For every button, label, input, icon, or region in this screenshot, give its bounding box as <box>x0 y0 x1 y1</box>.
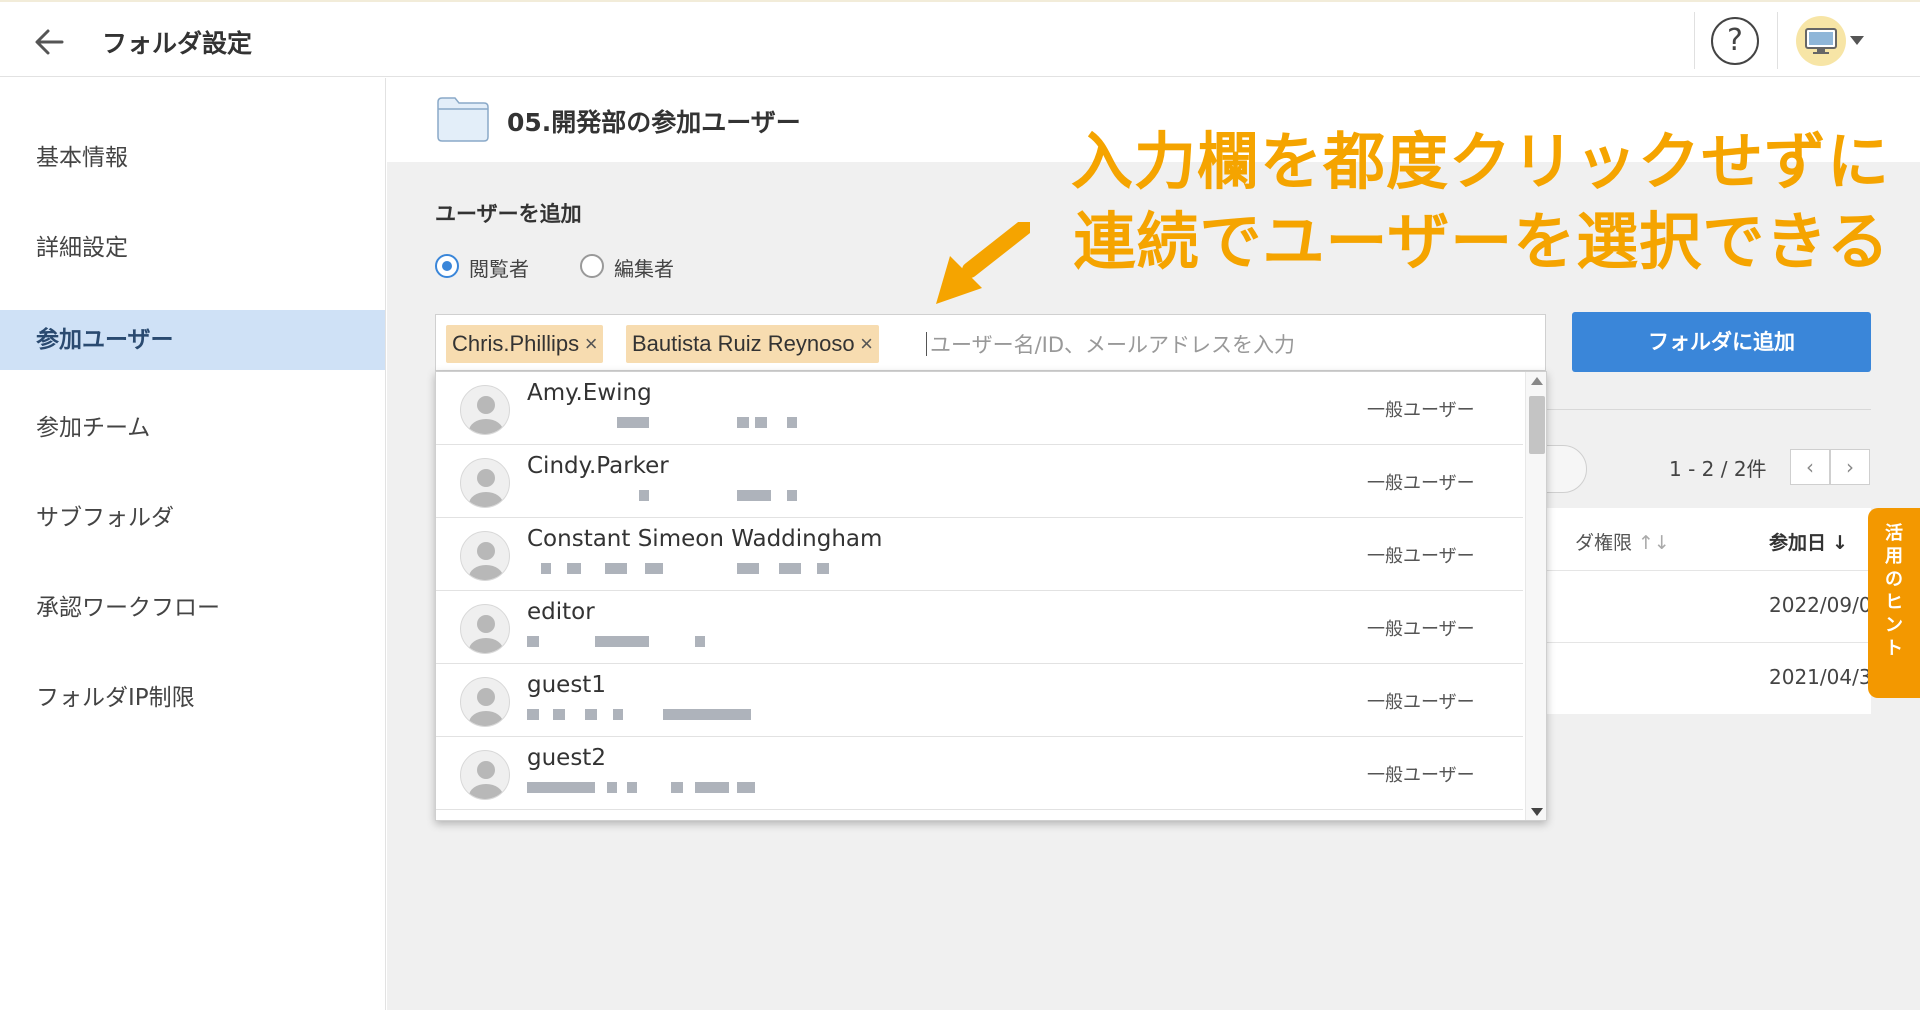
user-avatar-icon <box>460 677 510 727</box>
help-icon[interactable]: ? <box>1711 17 1759 65</box>
feature-callout: 入力欄を都度クリックせずに 連続でユーザーを選択できる <box>1040 122 1890 282</box>
sidebar-item-teams[interactable]: 参加チーム <box>0 398 385 458</box>
sort-icon[interactable]: ↑↓ <box>1638 532 1670 554</box>
user-avatar-icon <box>460 531 510 581</box>
user-suggestion-dropdown: Amy.Ewing 一般ユーザー Cindy.Parker 一般ユーザー Con… <box>435 371 1547 821</box>
selected-user-chip: Bautista Ruiz Reynoso × <box>626 325 879 363</box>
user-option-type: 一般ユーザー <box>1367 765 1475 786</box>
radio-selected-icon[interactable] <box>435 254 459 278</box>
table-row[interactable]: 2021/04/30 <box>1547 642 1884 714</box>
app-header: フォルダ設定 ? <box>0 0 1920 77</box>
header-divider <box>1777 12 1778 69</box>
joined-date: 2022/09/05 <box>1769 593 1885 617</box>
user-option-name: guest2 <box>527 745 606 771</box>
sidebar-item-ip-restriction[interactable]: フォルダIP制限 <box>0 668 385 728</box>
sidebar-item-workflow[interactable]: 承認ワークフロー <box>0 578 385 638</box>
user-option[interactable]: editor 一般ユーザー <box>436 591 1523 664</box>
user-option-email-redacted <box>527 709 887 721</box>
user-option-name: Amy.Ewing <box>527 380 652 406</box>
text-cursor <box>926 332 927 356</box>
user-option-name: editor <box>527 599 595 625</box>
user-avatar-icon <box>460 458 510 508</box>
folder-name: 05.開発部の参加ユーザー <box>507 108 801 137</box>
user-option-type: 一般ユーザー <box>1367 473 1475 494</box>
table-row[interactable]: 2022/09/05 <box>1547 570 1884 642</box>
user-search-input[interactable]: Chris.Phillips × Bautista Ruiz Reynoso × ユ… <box>435 314 1546 371</box>
user-option-email-redacted <box>527 782 887 794</box>
user-option-name: guest1 <box>527 672 606 698</box>
sidebar-nav: 基本情報 詳細設定 参加ユーザー 参加チーム サブフォルダ 承認ワークフロー フ… <box>0 78 386 1010</box>
user-avatar-icon <box>460 385 510 435</box>
monitor-avatar-icon <box>1805 28 1837 54</box>
user-option-name: Constant Simeon Waddingham <box>527 526 883 552</box>
user-avatar-icon <box>460 604 510 654</box>
sort-desc-icon[interactable]: ↓ <box>1832 532 1848 554</box>
page-title: フォルダ設定 <box>102 29 253 58</box>
callout-line-1: 入力欄を都度クリックせずに <box>1070 125 1890 198</box>
scrollbar-thumb[interactable] <box>1529 396 1545 454</box>
radio-unselected-icon[interactable] <box>580 254 604 278</box>
sidebar-item-basic-info[interactable]: 基本情報 <box>0 128 385 188</box>
members-table: ダ権限 ↑↓ 参加日 ↓ 2022/09/05 2021/04/30 <box>1547 508 1884 714</box>
joined-date: 2021/04/30 <box>1769 665 1885 689</box>
user-option-name: Cindy.Parker <box>527 453 669 479</box>
dropdown-scrollbar[interactable] <box>1525 372 1546 820</box>
scroll-up-arrow-icon[interactable] <box>1531 377 1543 385</box>
user-option-type: 一般ユーザー <box>1367 619 1475 640</box>
section-divider <box>1547 409 1871 410</box>
sidebar-item-subfolders[interactable]: サブフォルダ <box>0 488 385 548</box>
add-to-folder-button[interactable]: フォルダに追加 <box>1572 312 1871 372</box>
pagination-count: 1 - 2 / 2件 <box>1669 457 1767 481</box>
scroll-down-arrow-icon[interactable] <box>1531 808 1543 816</box>
user-option[interactable]: guest2 一般ユーザー <box>436 737 1523 810</box>
user-option-email-redacted <box>527 417 887 429</box>
chip-remove-icon[interactable]: × <box>579 325 603 363</box>
user-option-email-redacted <box>527 490 887 502</box>
user-option[interactable]: Amy.Ewing 一般ユーザー <box>436 372 1523 445</box>
column-header-label: ダ権限 <box>1575 532 1633 554</box>
user-option-email-redacted <box>527 636 887 648</box>
chip-remove-icon[interactable]: × <box>855 325 879 363</box>
user-option[interactable]: Constant Simeon Waddingham 一般ユーザー <box>436 518 1523 591</box>
chip-label: Bautista Ruiz Reynoso <box>632 331 855 356</box>
column-header-label: 参加日 <box>1769 532 1827 554</box>
callout-arrow-icon <box>930 218 1034 311</box>
sidebar-item-advanced-settings[interactable]: 詳細設定 <box>0 218 385 278</box>
chip-label: Chris.Phillips <box>452 331 580 356</box>
tips-tab-label: 活用のヒント <box>1885 523 1903 659</box>
tips-tab[interactable]: 活用のヒント <box>1868 508 1920 698</box>
search-placeholder: ユーザー名/ID、メールアドレスを入力 <box>930 333 1296 357</box>
add-user-heading: ユーザーを追加 <box>435 202 582 226</box>
user-option-type: 一般ユーザー <box>1367 546 1475 567</box>
chevron-down-icon[interactable] <box>1850 36 1864 45</box>
user-option-type: 一般ユーザー <box>1367 400 1475 421</box>
role-editor-label: 編集者 <box>614 257 674 281</box>
header-divider <box>1694 12 1695 69</box>
user-option[interactable]: Cindy.Parker 一般ユーザー <box>436 445 1523 518</box>
next-page-button[interactable]: › <box>1830 449 1870 485</box>
user-option-email-redacted <box>527 563 887 575</box>
prev-page-button[interactable]: ‹ <box>1790 449 1830 485</box>
back-arrow-icon[interactable] <box>30 22 70 62</box>
column-header-joined[interactable]: 参加日 ↓ <box>1769 528 1848 555</box>
user-avatar-icon <box>460 750 510 800</box>
user-option-type: 一般ユーザー <box>1367 692 1475 713</box>
user-avatar[interactable] <box>1796 16 1846 66</box>
role-viewer-label: 閲覧者 <box>469 257 529 281</box>
user-option[interactable]: guest1 一般ユーザー <box>436 664 1523 737</box>
column-header-permission[interactable]: ダ権限 ↑↓ <box>1575 528 1670 555</box>
callout-line-2: 連続でユーザーを選択できる <box>1073 205 1890 278</box>
selected-user-chip: Chris.Phillips × <box>446 325 604 363</box>
sidebar-item-members[interactable]: 参加ユーザー <box>0 310 385 370</box>
folder-icon <box>437 96 489 146</box>
